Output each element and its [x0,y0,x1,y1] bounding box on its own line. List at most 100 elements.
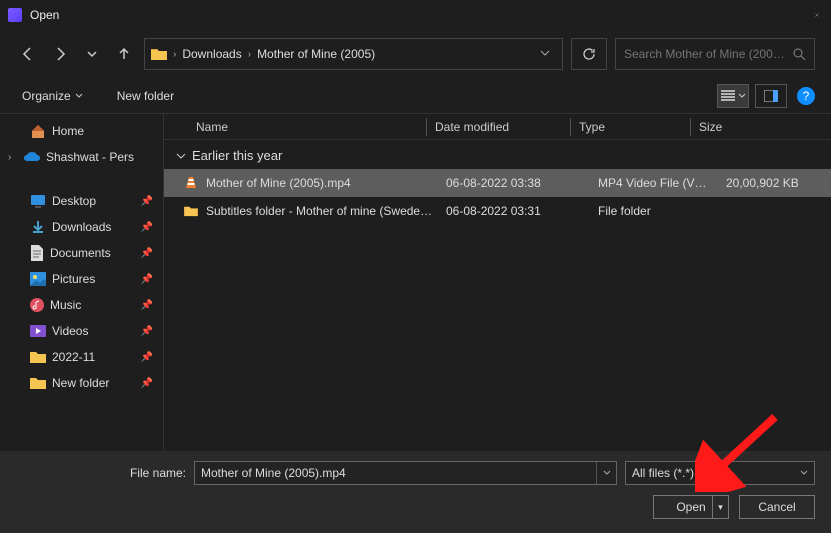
folder-icon [30,376,46,390]
file-name: Mother of Mine (2005).mp4 [206,176,438,190]
pin-icon: 📌 [141,274,153,285]
organize-menu[interactable]: Organize [16,85,89,107]
sidebar-item-pictures[interactable]: Pictures 📌 [0,266,163,292]
sidebar-item-folder1[interactable]: 2022-11 📌 [0,344,163,370]
breadcrumb-item[interactable]: Downloads [182,47,241,61]
sidebar-home[interactable]: Home [0,118,163,144]
file-type: MP4 Video File (V… [598,176,718,190]
preview-pane-button[interactable] [755,84,787,108]
column-type[interactable]: Type [570,118,690,136]
home-icon [30,123,46,139]
sidebar-item-folder2[interactable]: New folder 📌 [0,370,163,396]
search-icon [793,48,806,61]
sidebar-item-label: Home [52,124,84,138]
view-list-button[interactable] [717,84,749,108]
sidebar-item-label: Documents [50,246,111,260]
chevron-down-icon [75,92,83,100]
window-title: Open [30,8,811,22]
nav-row: › Downloads › Mother of Mine (2005) [0,30,831,78]
pin-icon: 📌 [141,326,153,337]
document-icon [30,245,44,261]
cloud-icon [24,151,40,163]
expand-icon[interactable]: › [8,152,18,163]
column-date[interactable]: Date modified [426,118,570,136]
group-label: Earlier this year [192,148,282,163]
recent-dropdown[interactable] [80,42,104,66]
chevron-right-icon[interactable]: › [173,49,176,60]
column-size[interactable]: Size [690,118,782,136]
sidebar-item-videos[interactable]: Videos 📌 [0,318,163,344]
videos-icon [30,325,46,337]
pin-icon: 📌 [141,196,153,207]
folder-icon [151,47,167,61]
sidebar-item-label: Videos [52,324,88,338]
file-date: 06-08-2022 03:31 [446,204,590,218]
sidebar-item-downloads[interactable]: Downloads 📌 [0,214,163,240]
app-icon [8,8,22,22]
file-row[interactable]: Mother of Mine (2005).mp4 06-08-2022 03:… [164,169,831,197]
open-button[interactable]: Open ▾ [653,495,729,519]
preview-pane-icon [764,90,778,102]
filename-dropdown[interactable] [596,462,616,484]
sidebar-item-documents[interactable]: Documents 📌 [0,240,163,266]
breadcrumb-dropdown[interactable] [534,47,556,61]
toolbar: Organize New folder ? [0,78,831,114]
sidebar-item-label: Music [50,298,81,312]
open-label: Open [676,500,705,514]
back-button[interactable] [16,42,40,66]
file-row[interactable]: Subtitles folder - Mother of mine (Swede… [164,197,831,225]
new-folder-button[interactable]: New folder [113,85,178,107]
sidebar-item-desktop[interactable]: Desktop 📌 [0,188,163,214]
filename-combo[interactable] [194,461,617,485]
chevron-right-icon[interactable]: › [248,49,251,60]
music-icon [30,298,44,312]
help-button[interactable]: ? [797,87,815,105]
organize-label: Organize [22,89,71,103]
sidebar-item-label: Pictures [52,272,95,286]
filename-input[interactable] [195,466,596,480]
file-name: Subtitles folder - Mother of mine (Swede… [206,204,438,218]
filter-label: All files (*.*) [632,466,800,480]
sidebar-item-label: New folder [52,376,109,390]
file-size: 20,00,902 KB [726,176,818,190]
sidebar-item-label: Downloads [52,220,111,234]
file-filter[interactable]: All files (*.*) [625,461,815,485]
pin-icon: 📌 [141,300,153,311]
sidebar-onedrive[interactable]: › Shashwat - Pers [0,144,163,170]
cancel-button[interactable]: Cancel [739,495,815,519]
sidebar: Home › Shashwat - Pers Desktop 📌 Downloa… [0,114,164,464]
file-list: Name Date modified Type Size Earlier thi… [164,114,831,464]
forward-button[interactable] [48,42,72,66]
breadcrumb[interactable]: › Downloads › Mother of Mine (2005) [144,38,563,70]
refresh-button[interactable] [571,38,607,70]
file-type: File folder [598,204,718,218]
pin-icon: 📌 [141,222,153,233]
sidebar-item-label: 2022-11 [52,350,95,364]
vlc-icon [184,176,198,190]
pin-icon: 📌 [141,352,153,363]
breadcrumb-item[interactable]: Mother of Mine (2005) [257,47,375,61]
desktop-icon [30,194,46,208]
title-bar: Open [0,0,831,30]
close-icon[interactable] [811,9,823,21]
dialog-footer: File name: All files (*.*) Open ▾ Cancel [0,451,831,533]
list-view-icon [721,90,735,102]
sidebar-item-label: Shashwat - Pers [46,150,134,164]
folder-icon [184,205,198,217]
folder-icon [30,350,46,364]
sidebar-item-label: Desktop [52,194,96,208]
column-headers[interactable]: Name Date modified Type Size [164,114,831,140]
pin-icon: 📌 [141,378,153,389]
download-icon [30,219,46,235]
filename-label: File name: [16,466,186,480]
group-header[interactable]: Earlier this year [164,140,831,169]
open-split-dropdown[interactable]: ▾ [712,496,728,518]
pictures-icon [30,272,46,286]
up-button[interactable] [112,42,136,66]
column-name[interactable]: Name [188,118,426,136]
chevron-down-icon [738,92,746,100]
sidebar-item-music[interactable]: Music 📌 [0,292,163,318]
search-input[interactable] [624,47,787,61]
search-box[interactable] [615,38,815,70]
chevron-down-icon [800,469,808,477]
